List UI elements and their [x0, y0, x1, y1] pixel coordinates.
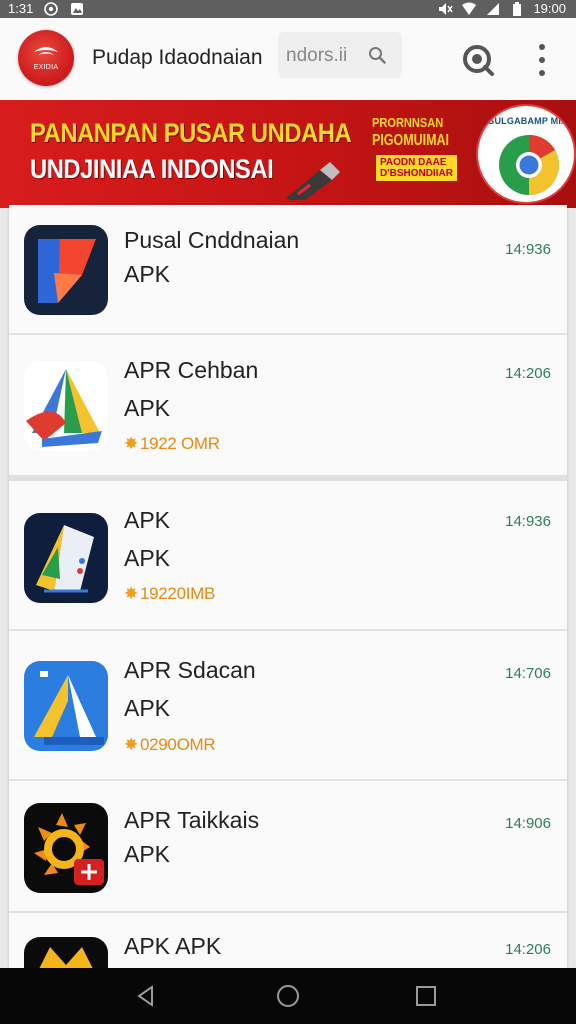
promo-banner[interactable]: PANANPAN PUSAR UNDAHA UNDJINIAA INDONSAI… — [0, 100, 576, 208]
rating-text: 0290OMR — [139, 735, 216, 754]
promo-line2: PIGOMUIMAI — [372, 132, 449, 149]
app-bar: EXIDIA Pudap Idaodnaian ndors.ii — [0, 18, 576, 100]
app-type: APK — [124, 261, 171, 287]
status-time: 19:00 — [533, 1, 566, 16]
app-logo[interactable]: EXIDIA — [18, 30, 74, 86]
usb-drive-icon — [286, 162, 340, 200]
star-icon: ✸ — [124, 584, 138, 603]
mute-icon — [437, 2, 454, 15]
colorful-a-logo-icon — [24, 361, 108, 451]
app-name: APR Taikkais — [124, 807, 260, 833]
logo-mark-icon — [34, 47, 58, 55]
rating-text: 19220IMB — [139, 584, 216, 603]
recents-icon[interactable] — [412, 982, 440, 1010]
image-icon — [69, 2, 85, 15]
app-time: 14:936 — [505, 241, 551, 258]
status-left-text: 1:31 — [8, 1, 34, 16]
chrome-icon — [499, 135, 560, 195]
navigation-bar — [0, 968, 576, 1024]
page-title: Pudap Idaodnaian — [92, 46, 263, 69]
search-input[interactable]: ndors.ii — [278, 32, 402, 78]
crown-logo-icon — [24, 937, 108, 968]
search-icon[interactable] — [368, 46, 386, 64]
signal-icon — [485, 2, 501, 15]
home-icon[interactable] — [274, 982, 302, 1010]
status-bar: 1:31 19:00 — [0, 0, 576, 18]
list-item[interactable]: APK APK ✸ 19220IMB 14:936 — [9, 481, 567, 629]
sun-logo-icon — [24, 803, 108, 893]
app-rating: ✸ 19220IMB — [124, 584, 215, 604]
app-type: APK — [124, 395, 171, 421]
wifi-icon — [461, 2, 477, 15]
banner-headline: PANANPAN PUSAR UNDAHA — [30, 118, 352, 148]
promo-tag: PAODN DAAE D'BSHONDIIAR — [376, 155, 457, 181]
app-time: 14:206 — [505, 365, 551, 382]
app-name: Pusal Cnddnaian — [124, 227, 300, 253]
app-list: Pusal Cnddnaian APK 14:936 APR Cehban AP… — [9, 205, 567, 968]
red-blue-logo-icon — [24, 225, 108, 315]
navy-a-logo-icon — [24, 513, 108, 603]
app-time: 14:206 — [505, 941, 551, 958]
app-time: 14:936 — [505, 513, 551, 530]
list-item[interactable]: APR Cehban APK ✸ 1922 OMR 14:206 — [9, 335, 567, 475]
promo-line3: PAODN DAAE — [380, 157, 447, 168]
banner-subheadline: UNDJINIAA INDONSAI — [30, 154, 274, 184]
app-name: APK — [124, 507, 171, 533]
whatsapp-icon — [43, 2, 59, 16]
logo-text: EXIDIA — [33, 64, 59, 71]
app-type: APK — [124, 841, 171, 867]
list-item[interactable]: APK APK 14:206 — [9, 913, 567, 968]
promo-line4: D'BSHONDIIAR — [380, 168, 453, 179]
battery-icon — [509, 2, 525, 16]
promo-block: PRORNNSAN PIGOMUIMAI PAODN DAAE D'BSHOND… — [372, 116, 468, 190]
app-rating: ✸ 0290OMR — [124, 735, 216, 755]
list-item[interactable]: APR Taikkais APK 14:906 — [9, 781, 567, 911]
app-name: APR Cehban — [124, 357, 259, 383]
promo-line1: PRORNNSAN — [372, 115, 444, 130]
lens-icon[interactable] — [460, 42, 496, 78]
list-item[interactable]: APR Sdacan APK ✸ 0290OMR 14:706 — [9, 631, 567, 779]
search-text: ndors.ii — [286, 45, 348, 66]
app-type: APK — [124, 545, 171, 571]
blue-a-logo-icon — [24, 661, 108, 751]
app-time: 14:906 — [505, 815, 551, 832]
rating-text: 1922 OMR — [139, 434, 220, 453]
star-icon: ✸ — [124, 735, 138, 754]
more-vert-icon[interactable] — [532, 40, 552, 80]
app-time: 14:706 — [505, 665, 551, 682]
app-name: APK APK — [124, 933, 222, 959]
app-name: APR Sdacan — [124, 657, 256, 683]
back-icon[interactable] — [132, 982, 160, 1010]
star-icon: ✸ — [124, 434, 138, 453]
list-item[interactable]: Pusal Cnddnaian APK 14:936 — [9, 205, 567, 333]
chrome-badge: ISULGABAMP MIAI — [476, 104, 576, 204]
app-type: APK — [124, 695, 171, 721]
badge-text: ISULGABAMP MIAI — [485, 116, 571, 126]
app-rating: ✸ 1922 OMR — [124, 434, 220, 454]
